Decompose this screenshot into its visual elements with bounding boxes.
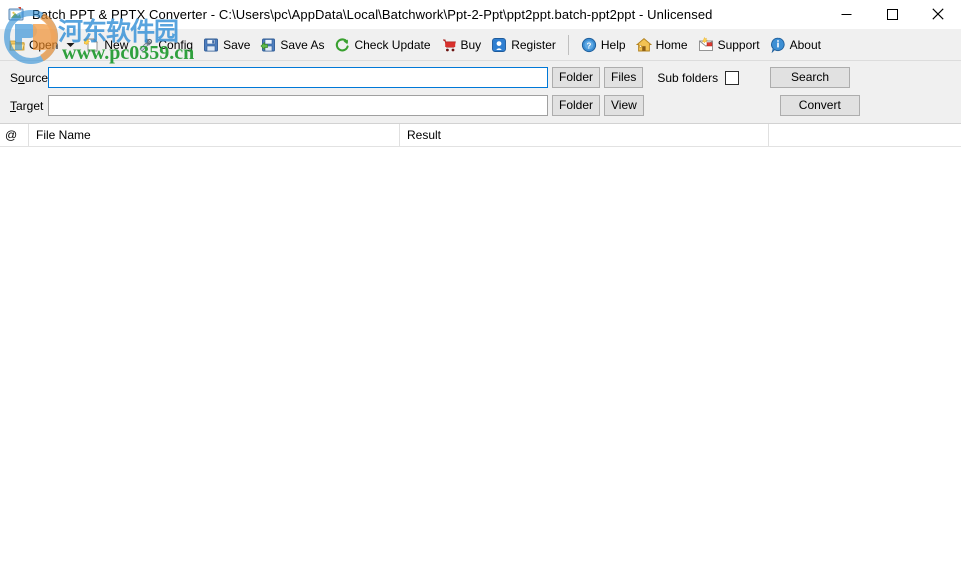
register-key-icon xyxy=(491,37,507,53)
title-bar: Batch PPT & PPTX Converter - C:\Users\pc… xyxy=(0,0,961,29)
refresh-update-icon xyxy=(334,37,350,53)
toolbar-button-save[interactable]: Save xyxy=(198,32,255,57)
file-list-header: @ File Name Result xyxy=(0,124,961,147)
minimize-button[interactable] xyxy=(823,0,869,28)
toolbar-separator xyxy=(567,34,569,55)
subfolders-checkbox[interactable] xyxy=(725,70,740,85)
toolbar-button-register[interactable]: Register xyxy=(486,32,561,57)
home-house-icon xyxy=(635,37,652,53)
application-window: Batch PPT & PPTX Converter - C:\Users\pc… xyxy=(0,0,961,585)
toolbar-label-about: About xyxy=(789,37,821,52)
svg-text:?: ? xyxy=(586,41,591,50)
source-files-button[interactable]: Files xyxy=(604,67,644,88)
toolbar-button-support[interactable]: Support xyxy=(693,32,765,57)
toolbar-label-config: Config xyxy=(158,37,194,52)
toolbar-button-check-update[interactable]: Check Update xyxy=(329,32,435,57)
toolbar-button-about[interactable]: About xyxy=(765,32,826,57)
target-input[interactable] xyxy=(48,95,548,116)
source-input[interactable] xyxy=(48,67,548,88)
toolbar-button-save-as[interactable]: Save As xyxy=(255,32,329,57)
toolbar-label-support: Support xyxy=(717,37,760,52)
open-dropdown-caret-icon[interactable] xyxy=(63,32,77,57)
main-toolbar: Open New Config Save Save As Check Updat… xyxy=(0,29,961,61)
toolbar-label-save: Save xyxy=(223,37,251,52)
open-folder-icon xyxy=(9,37,25,53)
new-document-icon xyxy=(82,37,100,53)
toolbar-label-home: Home xyxy=(655,37,688,52)
toolbar-button-help[interactable]: ? Help xyxy=(576,32,631,57)
save-as-icon xyxy=(260,37,276,53)
column-header-at[interactable]: @ xyxy=(0,124,28,146)
help-question-icon: ? xyxy=(581,37,597,53)
target-folder-button[interactable]: Folder xyxy=(552,95,601,116)
config-tools-icon xyxy=(138,37,154,53)
toolbar-label-check-update: Check Update xyxy=(354,37,431,52)
window-title: Batch PPT & PPTX Converter - C:\Users\pc… xyxy=(32,6,713,22)
column-header-file-name[interactable]: File Name xyxy=(28,124,399,146)
target-label: Target xyxy=(10,98,44,113)
support-mail-icon xyxy=(698,36,714,53)
column-header-result[interactable]: Result xyxy=(399,124,768,146)
path-form-panel: Source Folder Files Sub folders Search T… xyxy=(0,61,961,124)
toolbar-button-config[interactable]: Config xyxy=(133,32,198,57)
convert-button[interactable]: Convert xyxy=(779,95,860,116)
toolbar-label-register: Register xyxy=(511,37,556,52)
target-row: Target Folder View Convert xyxy=(0,94,961,117)
file-list-body[interactable] xyxy=(0,147,961,585)
window-controls xyxy=(823,0,961,28)
toolbar-label-new: New xyxy=(104,37,129,52)
toolbar-label-open: Open xyxy=(29,37,59,52)
save-floppy-icon xyxy=(203,37,219,53)
maximize-button[interactable] xyxy=(869,0,915,28)
source-row: Source Folder Files Sub folders Search xyxy=(0,66,961,89)
source-folder-button[interactable]: Folder xyxy=(552,67,601,88)
source-label: Source xyxy=(10,70,49,85)
file-list-view: @ File Name Result xyxy=(0,124,961,585)
close-button[interactable] xyxy=(915,0,961,28)
toolbar-label-buy: Buy xyxy=(460,37,482,52)
search-button[interactable]: Search xyxy=(770,67,851,88)
shopping-cart-icon xyxy=(441,37,457,53)
target-view-button[interactable]: View xyxy=(604,95,644,116)
column-header-filler xyxy=(768,124,961,146)
toolbar-label-save-as: Save As xyxy=(280,37,325,52)
toolbar-label-help: Help xyxy=(600,37,626,52)
about-info-icon xyxy=(770,37,786,53)
toolbar-button-new[interactable]: New xyxy=(79,32,133,57)
subfolders-group: Sub folders xyxy=(657,70,740,85)
app-icon xyxy=(8,5,26,23)
toolbar-button-home[interactable]: Home xyxy=(631,32,693,57)
subfolders-label: Sub folders xyxy=(657,70,719,85)
toolbar-button-open[interactable]: Open xyxy=(4,32,63,57)
toolbar-button-buy[interactable]: Buy xyxy=(436,32,487,57)
